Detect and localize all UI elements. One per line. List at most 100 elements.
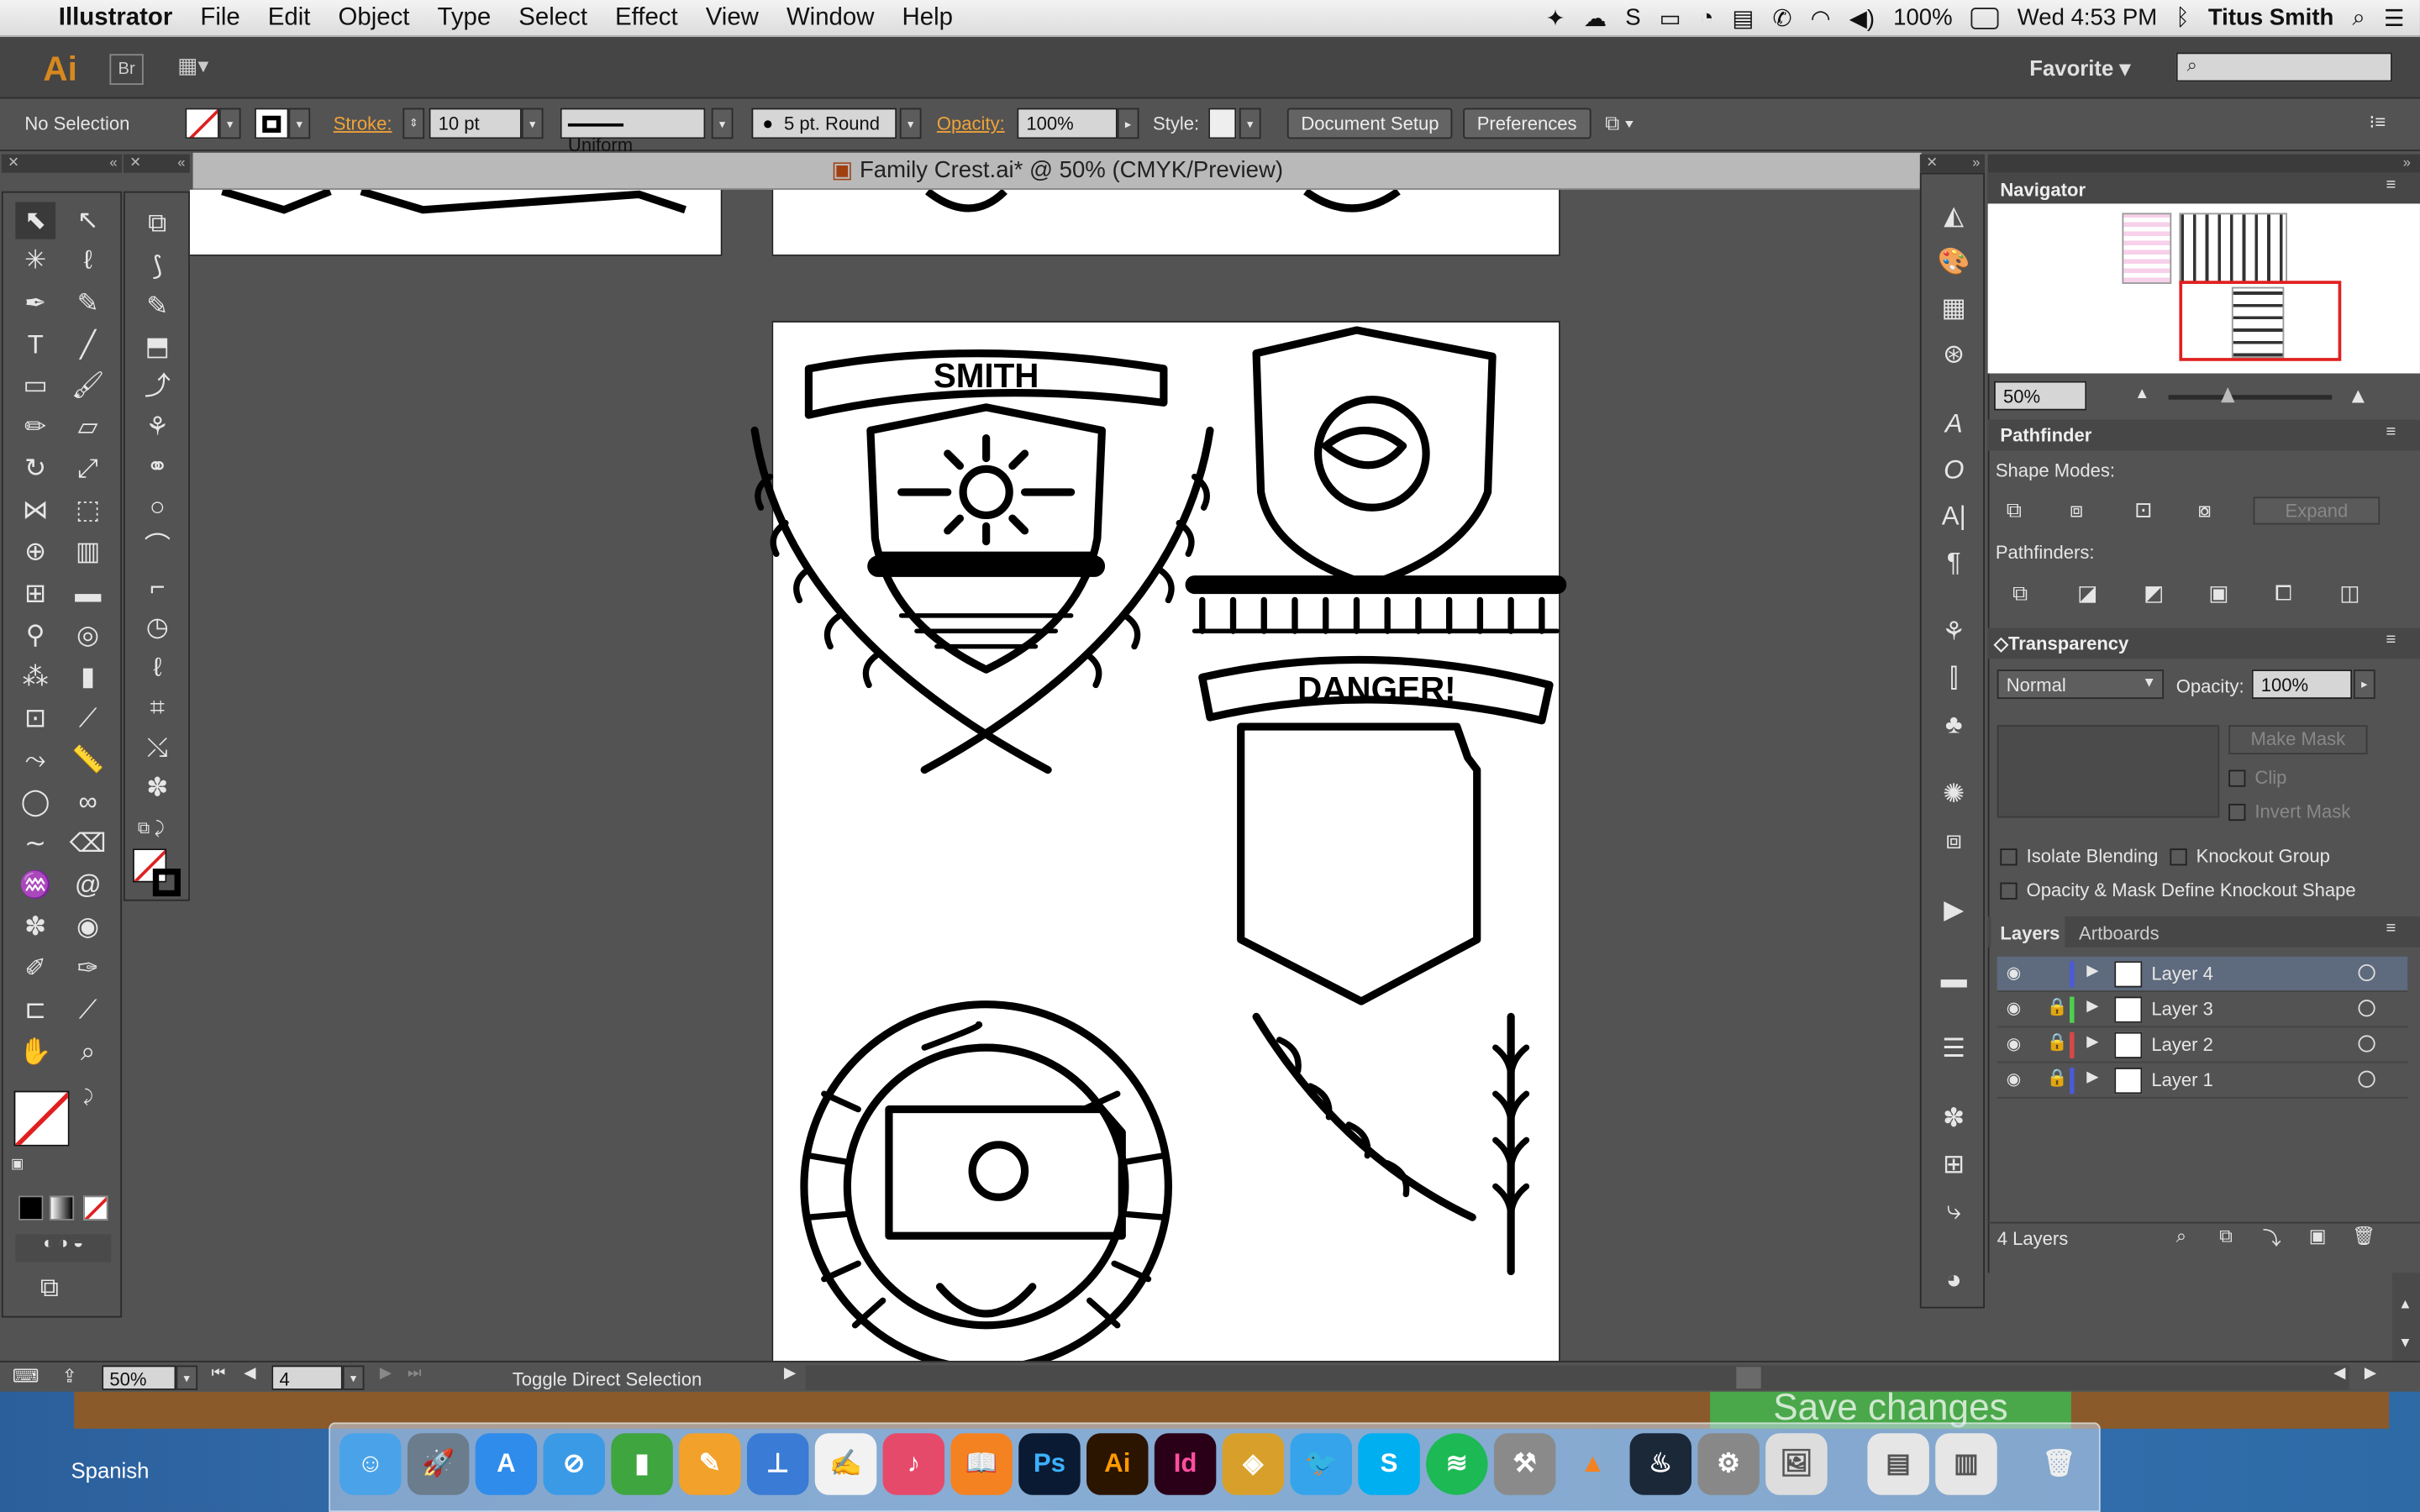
artboard-top-left[interactable] — [189, 189, 723, 256]
layer-row[interactable]: ◉ ▶ Layer 4 — [1996, 956, 2408, 992]
anchor-tool-icon[interactable]: ⟆ — [137, 249, 177, 286]
pages-icon[interactable]: ✎ — [679, 1433, 741, 1495]
artboard-main[interactable]: SMITH DANGER! — [750, 321, 1567, 1362]
color-mode-icon[interactable] — [18, 1195, 44, 1221]
arrange-icon[interactable]: ⧉ ▾ — [1605, 111, 1634, 142]
app-store-icon[interactable]: A — [475, 1433, 538, 1495]
arrange-documents-icon[interactable]: ▦▾ — [177, 52, 227, 83]
notification-center-icon[interactable]: ☰ — [2384, 4, 2405, 31]
panel-menu-icon[interactable]: ⁝≡ — [2369, 111, 2386, 142]
transparency-opacity-dropdown[interactable]: ▸ — [2353, 669, 2375, 700]
stroke-weight-dropdown[interactable]: ▾ — [521, 108, 544, 139]
lasso-secondary-icon[interactable]: ℓ — [137, 649, 177, 686]
menu-type[interactable]: Type — [424, 4, 505, 32]
spotify-icon[interactable]: ≋ — [1426, 1433, 1488, 1495]
steam-icon[interactable]: ♨ — [1629, 1433, 1692, 1495]
glasses-tool-icon[interactable]: ∞ — [68, 784, 108, 821]
rectangle-tool-icon[interactable]: ▭ — [15, 367, 55, 404]
target-circle-icon[interactable] — [2358, 1035, 2375, 1053]
menu-effect[interactable]: Effect — [602, 4, 692, 32]
indesign-icon[interactable]: Id — [1154, 1433, 1217, 1495]
stroke-swatch[interactable] — [255, 108, 289, 139]
eyedropper-tool-icon[interactable]: ⚲ — [15, 617, 55, 654]
numbers-icon[interactable]: ▮ — [611, 1433, 673, 1495]
curvature-tool-icon[interactable]: ✎ — [68, 286, 108, 323]
fill-color-swatch[interactable] — [13, 1090, 70, 1147]
artboard-dropdown[interactable]: ▾ — [342, 1365, 365, 1390]
stroke-label[interactable]: Stroke: — [334, 113, 392, 144]
prev-artboard-icon[interactable]: ◀ — [244, 1365, 255, 1382]
isolate-box[interactable] — [2000, 848, 2018, 866]
wifi-icon[interactable]: ◠ — [1811, 4, 1831, 31]
bluetooth-icon[interactable]: ᛒ — [2175, 5, 2190, 31]
artboard-tool-icon[interactable]: ⊡ — [15, 701, 55, 738]
stroke-panel-icon[interactable]: ☰ — [1933, 1031, 1974, 1068]
shape-builder-tool-icon[interactable]: ⊕ — [15, 533, 55, 570]
layer-row[interactable]: ◉ 🔒 ▶ Layer 1 — [1996, 1063, 2408, 1099]
puppet-warp-tool-icon[interactable]: ✽ — [15, 909, 55, 946]
trash-icon[interactable]: 🗑 — [2028, 1433, 2089, 1494]
rotate-tool-icon[interactable]: ↻ — [15, 450, 55, 487]
mini-stroke-swatch[interactable] — [152, 869, 181, 897]
scroll-thumb[interactable] — [1736, 1367, 1761, 1389]
hand-tool-icon[interactable]: ✋ — [15, 1034, 55, 1071]
display-icon[interactable]: ▭ — [1660, 4, 1681, 31]
tools-panel-header[interactable]: ✕ « — [1, 154, 123, 173]
graphic-style-swatch[interactable] — [1208, 108, 1237, 139]
nav-view-box[interactable] — [2179, 281, 2342, 361]
club-icon[interactable]: ♣ — [1933, 706, 1974, 743]
status-menu-icon[interactable]: ▶ — [784, 1365, 796, 1382]
stroke-weight-input[interactable]: 10 pt — [429, 108, 522, 139]
scroll-left-icon[interactable]: ◀ — [2333, 1365, 2345, 1382]
join-tool-icon[interactable]: ⤳ — [15, 742, 55, 779]
keynote-icon[interactable]: ⊥ — [746, 1433, 809, 1495]
navigator-zoom-out-icon[interactable]: ▲ — [2134, 386, 2149, 402]
layer-name[interactable]: Layer 2 — [2151, 1034, 2213, 1056]
fill-dropdown[interactable]: ▾ — [218, 108, 241, 139]
illustrator-icon[interactable]: Ai — [1086, 1433, 1149, 1495]
lock-icon[interactable]: 🔒 — [2046, 997, 2067, 1016]
app-menu[interactable]: Illustrator — [45, 4, 187, 32]
unite-icon[interactable]: ⧉ — [2007, 496, 2022, 522]
path-tool-icon[interactable]: ⤴ — [137, 369, 177, 406]
lasso-tool-icon[interactable]: ℓ — [68, 242, 108, 279]
textedit-icon[interactable]: ✍ — [814, 1433, 877, 1495]
visibility-eye-icon[interactable]: ◉ — [2007, 1069, 2022, 1089]
invert-box[interactable] — [2228, 804, 2246, 822]
visibility-eye-icon[interactable]: ◉ — [2007, 963, 2022, 983]
bridge-button[interactable]: Br — [109, 54, 144, 86]
finder-icon[interactable]: ☺ — [339, 1433, 402, 1495]
expand-triangle-icon[interactable]: ▶ — [2086, 998, 2098, 1015]
brushes-icon[interactable]: ⊛ — [1933, 336, 1974, 373]
menu-window[interactable]: Window — [772, 4, 888, 32]
minus-back-icon[interactable]: ◫ — [2339, 580, 2360, 606]
blend-mode-select[interactable]: Normal ▼ — [1996, 669, 2165, 700]
opacity-label[interactable]: Opacity: — [937, 113, 1005, 144]
time-machine-icon[interactable]: ◔ — [1700, 5, 1714, 31]
character-icon[interactable]: A — [1933, 406, 1974, 443]
intersect-icon[interactable]: ⊡ — [2134, 496, 2153, 522]
layer-row[interactable]: ◉ 🔒 ▶ Layer 3 — [1996, 992, 2408, 1028]
paragraph-icon[interactable]: ¶ — [1933, 544, 1974, 581]
sketch-cube-icon[interactable]: ◈ — [1222, 1433, 1285, 1495]
zoom-tool-icon[interactable]: ⌕ — [68, 1034, 108, 1071]
downloads-icon[interactable]: ▤ — [1867, 1433, 1929, 1495]
exclude-icon[interactable]: ⧇ — [2197, 496, 2211, 522]
line-tool-icon[interactable]: ╱ — [68, 327, 108, 364]
target-circle-icon[interactable] — [2358, 1070, 2375, 1088]
magic-wand-tool-icon[interactable]: ✳ — [15, 242, 55, 279]
brush-dropdown[interactable]: ▾ — [899, 108, 922, 139]
pencil-tool-icon[interactable]: ✏ — [15, 409, 55, 446]
screen-mode-icon[interactable]: ⧉ — [40, 1273, 59, 1304]
mesh-tool-icon[interactable]: ⊞ — [15, 575, 55, 612]
menu-edit[interactable]: Edit — [254, 4, 324, 32]
menu-help[interactable]: Help — [888, 4, 966, 32]
document-tab[interactable]: ▣ Family Crest.ai* @ 50% (CMYK/Preview) — [192, 152, 1922, 190]
artboard-top-right[interactable] — [771, 189, 1560, 256]
navigator-preview[interactable] — [1987, 203, 2420, 374]
transparency-opacity-input[interactable]: 100% — [2251, 669, 2353, 700]
skype-icon[interactable]: S — [1358, 1433, 1420, 1495]
right-panels-header[interactable]: » — [1987, 154, 2420, 173]
opacity-input[interactable]: 100% — [1017, 108, 1118, 139]
gradient-panel-icon[interactable]: ▬ — [1933, 961, 1974, 998]
